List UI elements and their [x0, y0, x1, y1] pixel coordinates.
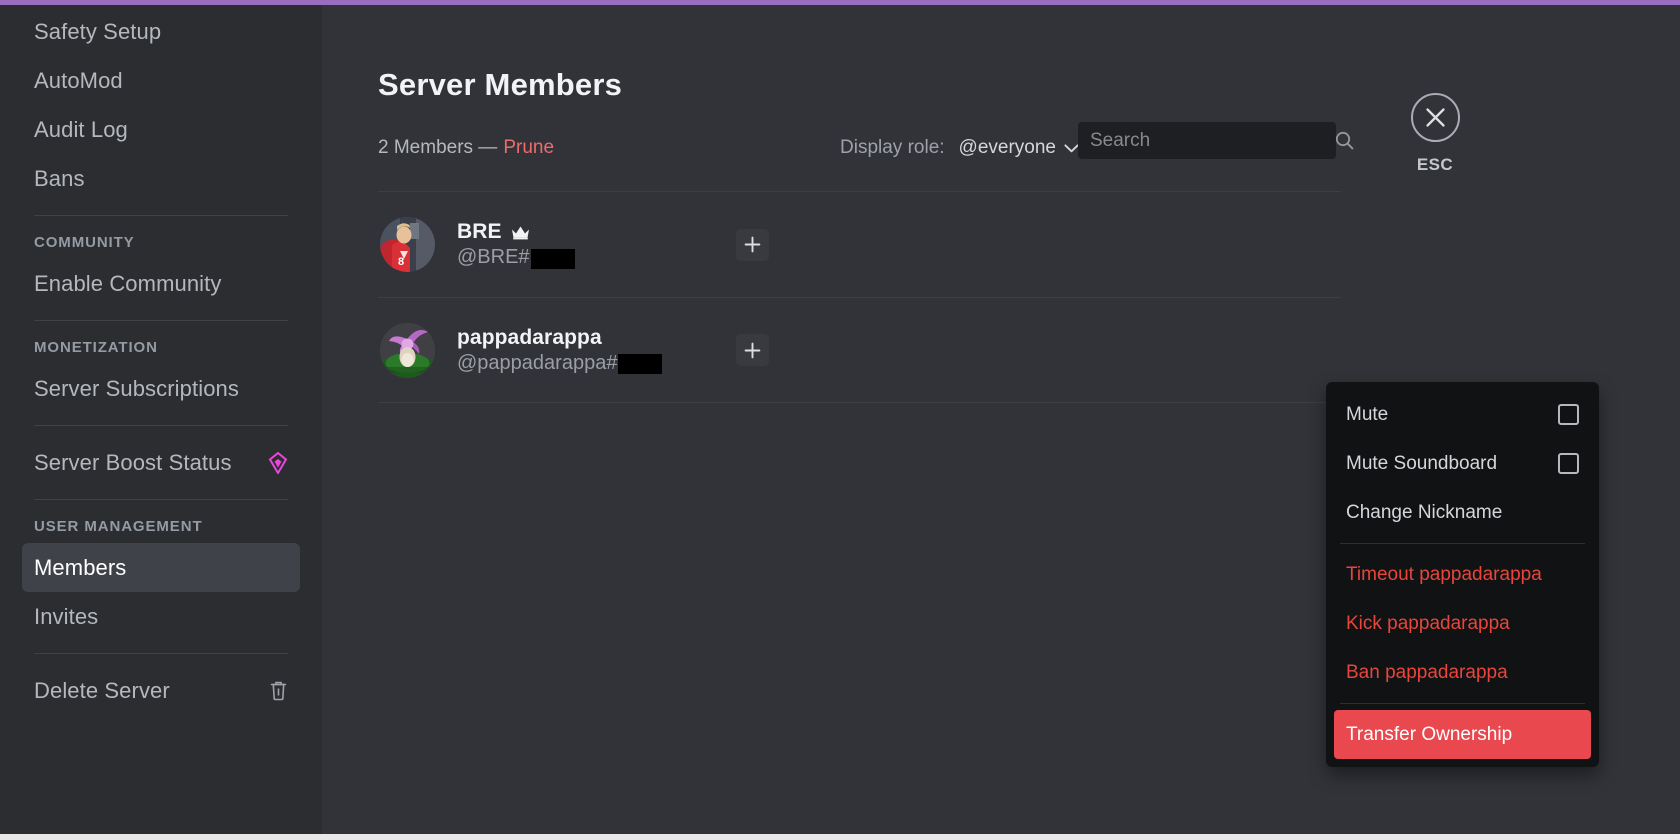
menu-item-mute[interactable]: Mute — [1334, 390, 1591, 439]
sidebar-item-label: Members — [34, 554, 127, 580]
menu-item-label: Mute Soundboard — [1346, 452, 1498, 474]
sidebar-section-community: COMMUNITY — [34, 234, 135, 251]
menu-item-label: Transfer Ownership — [1346, 723, 1513, 745]
member-count-text: 2 Members — — [378, 137, 498, 158]
table-row[interactable]: 8 BRE @BRE# — [378, 191, 1341, 297]
menu-item-label: Mute — [1346, 403, 1389, 425]
settings-sidebar: Safety Setup AutoMod Audit Log Bans COMM… — [0, 5, 322, 834]
chevron-down-icon — [1064, 143, 1079, 153]
sidebar-item-label: AutoMod — [34, 67, 123, 93]
menu-separator — [1340, 703, 1585, 704]
sidebar-item-label: Server Subscriptions — [34, 375, 239, 401]
sidebar-item-label: Audit Log — [34, 116, 128, 142]
sidebar-divider — [34, 653, 288, 654]
menu-item-label: Timeout pappadarappa — [1346, 563, 1542, 585]
sidebar-item-safety-setup[interactable]: Safety Setup — [22, 7, 300, 56]
search-box[interactable] — [1078, 122, 1354, 159]
close-x-icon — [1410, 93, 1460, 142]
sidebar-item-label: Enable Community — [34, 270, 222, 296]
member-info: pappadarappa @pappadarappa# — [457, 326, 663, 375]
sidebar-section-monetization: MONETIZATION — [34, 339, 158, 356]
member-handle: @pappadarappa# — [457, 351, 663, 375]
sidebar-divider — [34, 320, 288, 321]
menu-item-label: Change Nickname — [1346, 501, 1503, 523]
display-role-label: Display role: — [840, 137, 945, 158]
sidebar-item-delete-server[interactable]: Delete Server — [22, 666, 300, 715]
sidebar-item-automod[interactable]: AutoMod — [22, 56, 300, 105]
close-settings-button[interactable]: ESC — [1404, 93, 1466, 175]
menu-item-label: Kick pappadarappa — [1346, 612, 1510, 634]
menu-item-label: Ban pappadarappa — [1346, 661, 1508, 683]
crown-icon — [511, 225, 530, 240]
menu-item-timeout-member[interactable]: Timeout pappadarappa — [1334, 550, 1591, 599]
esc-label: ESC — [1416, 155, 1454, 174]
sidebar-item-audit-log[interactable]: Audit Log — [22, 105, 300, 154]
avatar-pappadarappa[interactable] — [380, 322, 435, 378]
avatar-bre[interactable]: 8 — [380, 217, 435, 272]
trash-icon — [269, 680, 288, 701]
sidebar-divider — [34, 215, 288, 216]
sidebar-section-user-management: USER MANAGEMENT — [34, 518, 203, 535]
member-name: pappadarappa — [457, 325, 602, 349]
sidebar-item-server-subscriptions[interactable]: Server Subscriptions — [22, 364, 300, 413]
plus-icon — [744, 236, 761, 253]
display-role-filter: Display role: @everyone — [840, 131, 1079, 165]
role-select-value: @everyone — [958, 137, 1056, 158]
menu-item-mute-soundboard[interactable]: Mute Soundboard — [1334, 439, 1591, 488]
member-handle-prefix: @BRE# — [457, 246, 530, 268]
member-info: BRE @BRE# — [457, 220, 575, 269]
sidebar-item-label: Safety Setup — [34, 18, 162, 44]
checkbox-mute-soundboard[interactable] — [1558, 453, 1579, 474]
plus-icon — [744, 342, 761, 359]
menu-separator — [1340, 543, 1585, 544]
add-role-button[interactable] — [736, 228, 769, 261]
sidebar-item-label: Bans — [34, 165, 85, 191]
server-settings-window: Safety Setup AutoMod Audit Log Bans COMM… — [0, 0, 1680, 840]
member-name-line: pappadarappa — [457, 326, 662, 350]
sidebar-item-label: Delete Server — [34, 677, 170, 703]
redacted-discriminator — [618, 354, 663, 374]
add-role-button[interactable] — [736, 334, 769, 366]
menu-item-kick-member[interactable]: Kick pappadarappa — [1334, 599, 1591, 648]
sidebar-item-members[interactable]: Members — [22, 543, 300, 592]
prune-link[interactable]: Prune — [503, 137, 554, 159]
sidebar-divider — [34, 425, 288, 426]
member-name: BRE — [457, 220, 502, 243]
search-icon — [1335, 131, 1354, 150]
sidebar-item-enable-community[interactable]: Enable Community — [22, 259, 300, 308]
sidebar-item-server-boost-status[interactable]: Server Boost Status — [22, 438, 300, 487]
menu-item-change-nickname[interactable]: Change Nickname — [1334, 488, 1591, 537]
redacted-discriminator — [530, 248, 575, 269]
table-row[interactable]: pappadarappa @pappadarappa# — [378, 297, 1341, 403]
page-title: Server Members — [378, 67, 623, 102]
member-context-menu: Mute Mute Soundboard Change Nickname Tim… — [1326, 382, 1599, 767]
role-select-dropdown[interactable]: @everyone — [959, 137, 1079, 159]
member-name-line: BRE — [457, 220, 575, 244]
search-input[interactable] — [1090, 129, 1335, 152]
menu-item-ban-member[interactable]: Ban pappadarappa — [1334, 648, 1591, 697]
sidebar-divider — [34, 499, 288, 500]
boost-gem-icon — [268, 451, 288, 474]
members-toolbar: 2 Members — Prune Display role: @everyon… — [378, 122, 1378, 165]
menu-item-transfer-ownership[interactable]: Transfer Ownership — [1334, 710, 1591, 759]
svg-text:8: 8 — [398, 256, 404, 268]
checkbox-mute[interactable] — [1558, 404, 1579, 425]
member-list: 8 BRE @BRE# pappadarappa @pappadarappa# — [378, 191, 1341, 403]
member-handle-prefix: @pappadarappa# — [457, 351, 618, 374]
sidebar-item-bans[interactable]: Bans — [22, 154, 300, 203]
sidebar-item-invites[interactable]: Invites — [22, 592, 300, 641]
member-handle: @BRE# — [457, 246, 575, 269]
sidebar-item-label: Server Boost Status — [34, 449, 232, 475]
sidebar-item-label: Invites — [34, 603, 99, 629]
